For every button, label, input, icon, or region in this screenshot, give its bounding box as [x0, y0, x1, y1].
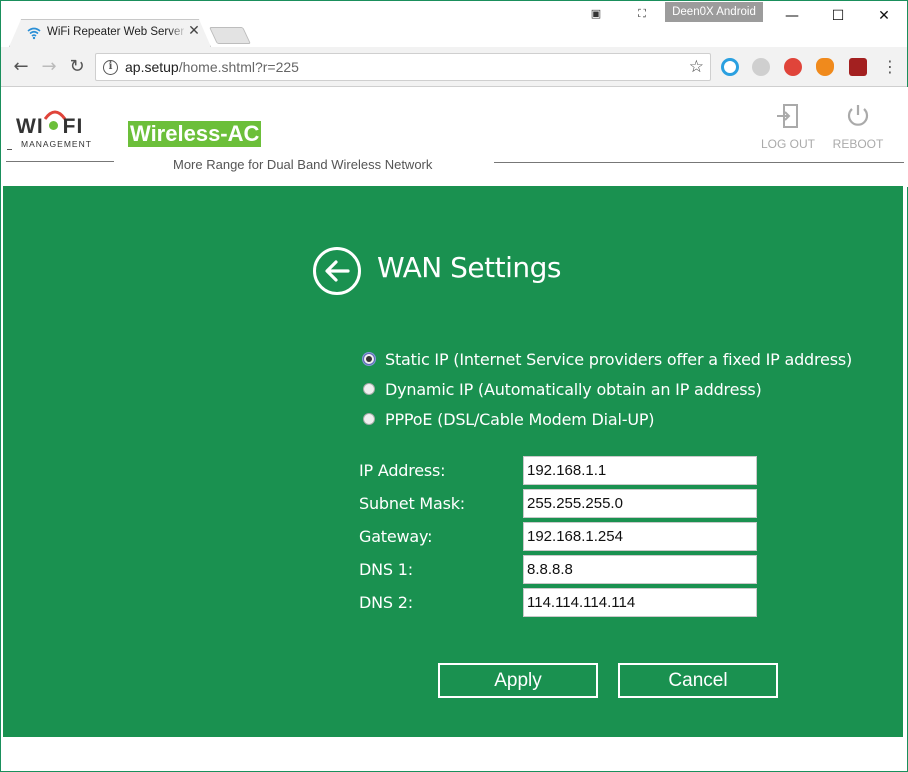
gateway-field[interactable]: [523, 522, 757, 551]
profile-badge[interactable]: Deen0X Android: [665, 2, 763, 22]
page-title: WAN Settings: [377, 251, 562, 284]
reload-icon[interactable]: ↻: [65, 55, 89, 79]
dns1-field[interactable]: [523, 555, 757, 584]
arrow-left-icon: [325, 260, 350, 282]
logout-label: LOG OUT: [760, 137, 815, 151]
logo: WI FI: [16, 115, 83, 139]
radio-button[interactable]: [363, 383, 375, 395]
minimize-icon[interactable]: —: [769, 1, 815, 31]
maximize-icon[interactable]: ☐: [815, 1, 861, 31]
browser-toolbar: ← → ↻ i ap.setup/home.shtml?r=225 ☆ ⋮: [1, 47, 907, 87]
dns1-label: DNS 1:: [359, 560, 413, 579]
screenshot-icon[interactable]: ⛶: [635, 7, 649, 21]
ublock-icon[interactable]: [849, 58, 867, 76]
radio-pppoe[interactable]: PPPoE (DSL/Cable Modem Dial-UP): [363, 407, 655, 431]
tagline: More Range for Dual Band Wireless Networ…: [173, 157, 433, 172]
forward-arrow-icon[interactable]: →: [37, 55, 61, 79]
tab-title: WiFi Repeater Web Server: [47, 26, 187, 38]
divider: [494, 162, 904, 163]
wan-settings-panel: WAN Settings Static IP (Internet Service…: [3, 186, 903, 737]
radio-static-ip[interactable]: Static IP (Internet Service providers of…: [363, 347, 852, 371]
logo-word-right: FI: [62, 115, 84, 138]
apply-button[interactable]: Apply: [438, 663, 598, 698]
reboot-label: REBOOT: [832, 137, 884, 151]
info-icon[interactable]: i: [103, 60, 118, 75]
extension-icon-4[interactable]: [816, 58, 834, 76]
logo-subtitle: MANAGEMENT: [21, 139, 92, 149]
page-header: WI FI MANAGEMENT Wireless-AC More Range f…: [2, 87, 908, 187]
gateway-label: Gateway:: [359, 527, 433, 546]
extension-icon-1[interactable]: [721, 58, 739, 76]
window-controls: — ☐ ✕: [769, 1, 907, 31]
radio-dynamic-ip[interactable]: Dynamic IP (Automatically obtain an IP a…: [363, 377, 762, 401]
ip-address-field[interactable]: [523, 456, 757, 485]
divider: [7, 149, 12, 150]
ip-address-label: IP Address:: [359, 461, 446, 480]
radio-button-checked[interactable]: [363, 353, 375, 365]
divider: [6, 161, 114, 162]
url-host: ap.setup: [125, 59, 179, 75]
cast-icon[interactable]: ▣: [589, 7, 603, 21]
wifi-icon: [27, 27, 41, 40]
close-window-icon[interactable]: ✕: [861, 1, 907, 31]
back-button[interactable]: [313, 247, 361, 295]
url-path: /home.shtml?r=225: [178, 59, 299, 75]
back-arrow-icon[interactable]: ←: [9, 55, 33, 79]
logout-button[interactable]: LOG OUT: [758, 103, 818, 151]
browser-tab-content: WiFi Repeater Web Server ✕: [9, 19, 211, 47]
radio-label: Dynamic IP (Automatically obtain an IP a…: [385, 379, 762, 399]
power-icon: [847, 105, 869, 126]
logout-icon: [777, 104, 798, 128]
dns2-label: DNS 2:: [359, 593, 413, 612]
subnet-mask-field[interactable]: [523, 489, 757, 518]
subnet-mask-label: Subnet Mask:: [359, 494, 465, 513]
extension-icon-2[interactable]: [752, 58, 770, 76]
brand-label: Wireless-AC: [128, 121, 262, 147]
radio-label: PPPoE (DSL/Cable Modem Dial-UP): [385, 409, 655, 429]
dns2-field[interactable]: [523, 588, 757, 617]
cancel-button[interactable]: Cancel: [618, 663, 778, 698]
menu-dots-icon[interactable]: ⋮: [878, 55, 902, 79]
logo-word-left: WI: [16, 115, 44, 138]
browser-window: WiFi Repeater Web Server ✕ ▣ ⛶ Deen0X An…: [0, 0, 908, 772]
new-tab-button[interactable]: [209, 27, 251, 44]
reboot-button[interactable]: REBOOT: [828, 103, 888, 151]
close-tab-icon[interactable]: ✕: [186, 23, 202, 39]
address-bar[interactable]: i ap.setup/home.shtml?r=225 ☆: [95, 53, 711, 81]
radio-button[interactable]: [363, 413, 375, 425]
extension-icon-3[interactable]: [784, 58, 802, 76]
bookmark-star-icon[interactable]: ☆: [689, 57, 704, 77]
url-text: ap.setup/home.shtml?r=225: [125, 59, 299, 75]
logo-dot: [48, 121, 58, 131]
radio-label: Static IP (Internet Service providers of…: [385, 349, 853, 369]
tab-strip: WiFi Repeater Web Server ✕ ▣ ⛶ Deen0X An…: [1, 1, 907, 47]
